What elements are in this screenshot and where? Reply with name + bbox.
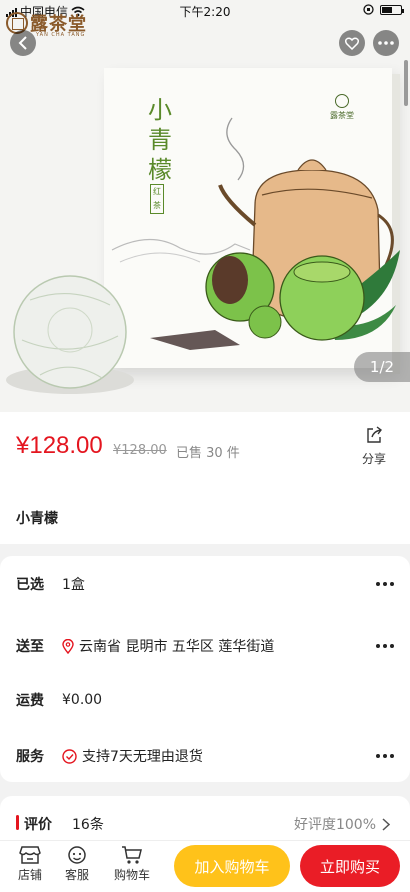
spec-card: 已选 1盒 送至 云南省 昆明市 五华区 莲华街道 运费 ¥0.00 服务 支持…	[0, 556, 410, 782]
store-label: 店铺	[17, 868, 42, 882]
battery-icon	[380, 4, 404, 15]
box-title-text: 小青檬	[148, 96, 172, 184]
section-accent-bar	[16, 815, 19, 830]
ship-to-row[interactable]: 送至 云南省 昆明市 五华区 莲华街道	[0, 618, 410, 674]
price-card: ¥128.00 ¥128.00 已售 30 件 分享 小青檬	[0, 412, 410, 544]
more-dots-icon	[378, 41, 394, 45]
original-price: ¥128.00	[113, 443, 167, 458]
heart-icon	[345, 36, 359, 50]
brand-subtitle: YAN CHA TANG	[36, 32, 86, 38]
check-circle-icon	[62, 748, 77, 764]
share-icon	[367, 426, 382, 443]
support-tab[interactable]: 客服	[55, 845, 99, 883]
box-tag-text: 红茶	[150, 184, 164, 214]
service-label: 服务	[16, 749, 44, 765]
bottom-action-bar: 店铺 客服 购物车 加入购物车 立即购买	[0, 840, 410, 892]
fee-label: 运费	[16, 693, 44, 709]
favorite-button[interactable]	[339, 30, 365, 56]
back-button[interactable]	[10, 30, 36, 56]
current-price: ¥128.00	[16, 432, 103, 459]
share-button[interactable]: 分享	[356, 426, 392, 467]
selected-label: 已选	[16, 577, 44, 593]
store-icon	[19, 846, 41, 864]
sold-count: 已售 30 件	[176, 446, 240, 461]
more-dots-icon	[376, 582, 394, 586]
selected-value: 1盒	[62, 577, 85, 593]
review-rate: 好评度100%	[293, 817, 376, 833]
ship-label: 送至	[16, 639, 44, 655]
box-brand-mark: 露茶堂	[330, 94, 354, 121]
orientation-lock-icon	[363, 4, 374, 15]
service-text: 支持7天无理由退货	[82, 749, 203, 765]
customer-service-icon	[68, 846, 86, 864]
chevron-right-icon	[382, 817, 390, 831]
cart-tab[interactable]: 购物车	[108, 845, 156, 883]
product-detail-page: 小青檬 红茶 露茶堂 1/2 中国电信 下午2:20 露茶堂 YAN CHA T…	[0, 0, 410, 892]
product-image-gallery[interactable]: 小青檬 红茶 露茶堂 1/2	[0, 0, 410, 412]
product-illustration	[6, 117, 400, 394]
cart-label: 购物车	[113, 868, 150, 882]
cart-icon	[122, 846, 142, 864]
selected-spec-row[interactable]: 已选 1盒	[0, 556, 410, 612]
location-pin-icon	[62, 638, 74, 654]
more-dots-icon	[376, 644, 394, 648]
buy-now-button[interactable]: 立即购买	[300, 845, 400, 887]
scrollbar[interactable]	[404, 60, 408, 106]
box-brand-text: 露茶堂	[330, 111, 354, 120]
gallery-pager: 1/2	[354, 352, 410, 382]
chevron-left-icon	[18, 36, 27, 50]
review-count: 16条	[72, 817, 104, 833]
share-label: 分享	[361, 452, 386, 466]
add-to-cart-button[interactable]: 加入购物车	[174, 845, 290, 887]
shipping-fee-row: 运费 ¥0.00	[0, 672, 410, 728]
store-tab[interactable]: 店铺	[8, 845, 52, 883]
more-button[interactable]	[373, 30, 399, 56]
fee-value: ¥0.00	[62, 692, 103, 708]
ship-address: 云南省 昆明市 五华区 莲华街道	[79, 639, 275, 655]
service-row[interactable]: 服务 支持7天无理由退货	[0, 728, 410, 784]
more-dots-icon	[376, 754, 394, 758]
support-label: 客服	[64, 868, 89, 882]
product-name: 小青檬	[16, 511, 58, 527]
review-label: 评价	[24, 817, 52, 833]
